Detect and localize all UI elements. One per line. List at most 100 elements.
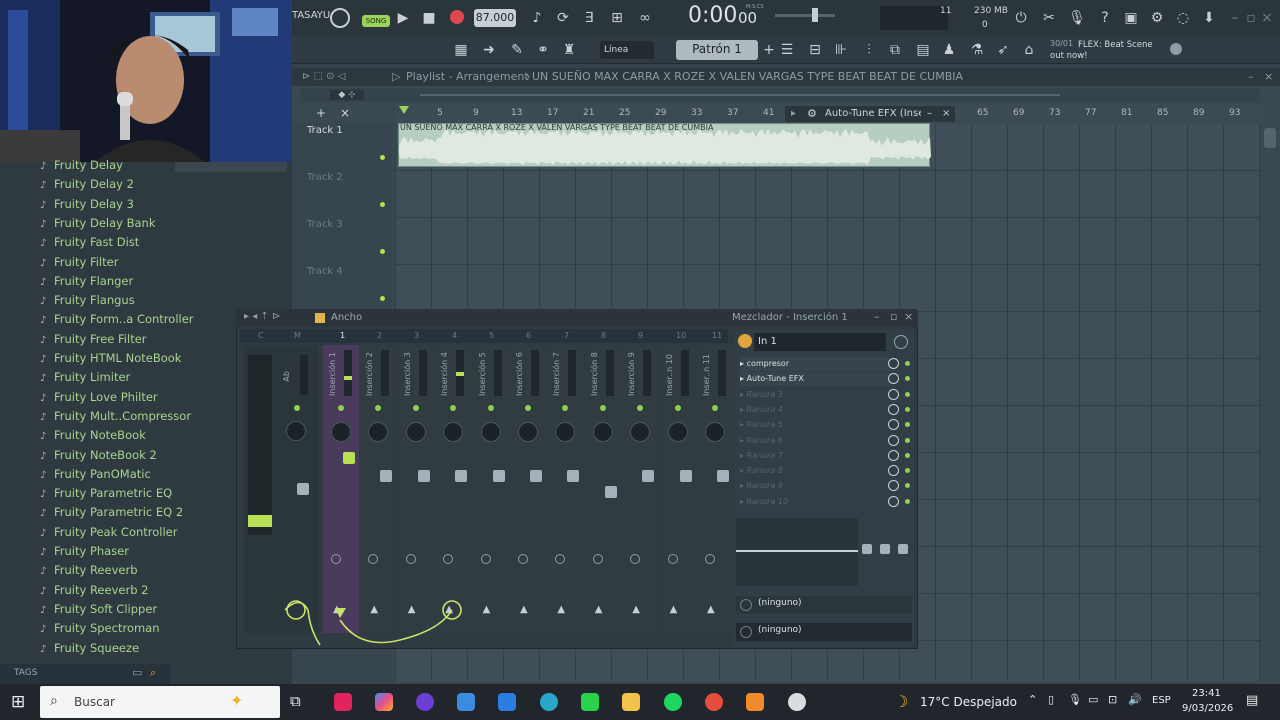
strip-pan-knob[interactable] xyxy=(518,422,538,442)
pattern-selector[interactable]: Patrón 1 xyxy=(676,40,758,60)
pencil-icon[interactable]: ✎ xyxy=(508,41,526,59)
playlist-close-icon[interactable]: × xyxy=(1264,68,1273,86)
metronome-icon[interactable]: ♪ xyxy=(528,9,546,27)
tray-mic-icon[interactable]: 🎙 xyxy=(1068,693,1082,706)
master-volume-slider[interactable] xyxy=(775,14,835,17)
loop-record-icon[interactable]: ∞ xyxy=(636,9,654,27)
mixer-titlebar[interactable]: ▸ ◂ ⇡ ⊳ Ancho Mezclador - Inserción 1 – … xyxy=(236,309,918,327)
strip-mute-icon[interactable] xyxy=(592,554,603,564)
stop-icon[interactable]: ■ xyxy=(420,9,438,27)
plugin-icon[interactable]: ⚙ xyxy=(1148,9,1166,27)
playlist-play-icon[interactable]: ▷ xyxy=(392,68,400,86)
song-toggle[interactable]: SONG xyxy=(362,15,390,27)
tray-battery-icon[interactable]: ▭ xyxy=(1088,693,1098,706)
browser-item[interactable]: ♪ Fruity Reeverb xyxy=(40,561,138,580)
browser-item[interactable]: ♪ Fruity Spectroman xyxy=(40,619,160,638)
mixer-layout-icon[interactable] xyxy=(315,313,325,323)
browser-item[interactable]: ♪ Fruity Free Filter xyxy=(40,330,147,349)
play-icon[interactable]: ▶ xyxy=(394,9,412,27)
browser-item[interactable]: ♪ Fruity Delay 2 xyxy=(40,175,134,194)
mixer-column-label[interactable]: 9 xyxy=(638,331,643,340)
eq-graph[interactable] xyxy=(736,518,858,586)
browser-item[interactable]: ♪ Fruity NoteBook 2 xyxy=(40,446,157,465)
app-icon-edge[interactable] xyxy=(540,693,558,711)
strip-route-arrow-icon[interactable]: ▲ xyxy=(520,604,528,615)
task-view-icon[interactable]: ⧉ xyxy=(290,692,301,710)
strip-volume-fader[interactable] xyxy=(417,470,430,482)
playlist-titlebar[interactable]: ⊳ ⬚ ⊙ ◁ ▷ Playlist - Arrangement › UN SU… xyxy=(292,68,1280,86)
touch-icon[interactable]: ➶ xyxy=(994,41,1012,59)
browser-item[interactable]: ♪ Fruity Peak Controller xyxy=(40,523,178,542)
track-enable-led[interactable] xyxy=(380,202,385,207)
news-text[interactable]: FLEX: Beat Scene out now! xyxy=(1050,40,1168,62)
strip-volume-fader[interactable] xyxy=(717,470,729,482)
plugin-picker-icon[interactable]: ♟ xyxy=(940,41,958,59)
strip-pan-knob[interactable] xyxy=(667,422,688,442)
mixer-column-label[interactable]: 4 xyxy=(452,331,457,340)
insert-slot[interactable]: ▸ Ranura 6 xyxy=(740,434,890,448)
playhead-marker[interactable] xyxy=(399,106,409,114)
app-icon-recorder[interactable] xyxy=(788,693,806,711)
pattern-song-knob[interactable] xyxy=(330,8,350,28)
piano-roll-icon[interactable]: ▦ xyxy=(452,41,470,59)
playlist-minimize-icon[interactable]: – xyxy=(1248,68,1254,86)
browser-item[interactable]: ♪ Fruity Form..a Controller xyxy=(40,310,194,329)
mixer-column-label[interactable]: C xyxy=(258,331,264,340)
news-toggle[interactable] xyxy=(1170,43,1182,55)
browser-scroll-header[interactable] xyxy=(175,162,287,172)
tray-chevron-icon[interactable]: ⌃ xyxy=(1028,693,1037,706)
mixer-toggle-icon[interactable]: ⫶ xyxy=(860,41,878,59)
input-selector[interactable]: In 1 xyxy=(754,333,886,351)
browser-item[interactable]: ♪ Fruity Love Philter xyxy=(40,388,158,407)
slot-mix-knob[interactable] xyxy=(888,434,899,446)
arrangement-name[interactable]: UN SUEÑO MAX CARRA X ROZE X VALEN VARGAS… xyxy=(532,68,963,86)
strip-route-arrow-icon[interactable]: ▲ xyxy=(483,604,491,615)
app-icon-tiktok[interactable] xyxy=(334,693,352,711)
tray-device-icon[interactable]: ▯ xyxy=(1048,693,1054,706)
strip-enable-led[interactable] xyxy=(599,405,606,411)
app-icon-flstudio[interactable] xyxy=(746,693,764,711)
strip-volume-fader[interactable] xyxy=(679,470,692,482)
browser-item[interactable]: ♪ Fruity Fast Dist xyxy=(40,233,139,252)
insert-slot[interactable]: ▸ compresor xyxy=(740,357,890,371)
slot-enable-led[interactable] xyxy=(905,391,910,397)
browser-item[interactable]: ♪ Fruity Limiter xyxy=(40,368,130,387)
browser-item[interactable]: ♪ Fruity Squeeze xyxy=(40,639,139,658)
strip-route-arrow-icon[interactable]: ▲ xyxy=(632,604,640,615)
tray-network-icon[interactable]: ⊡ xyxy=(1108,693,1117,706)
track-enable-led[interactable] xyxy=(380,296,385,301)
master-volume-handle[interactable] xyxy=(812,8,818,22)
eq-band-1[interactable] xyxy=(862,544,872,554)
master-fader[interactable] xyxy=(297,483,309,495)
browser-item[interactable]: ♪ Fruity Soft Clipper xyxy=(40,600,157,619)
track-name[interactable]: Track 4 xyxy=(307,266,343,277)
close-icon[interactable]: × xyxy=(1258,9,1276,27)
browser-item[interactable]: ♪ Fruity NoteBook xyxy=(40,426,146,445)
browser-item[interactable]: ♪ Fruity Phaser xyxy=(40,542,129,561)
track-name[interactable]: Track 2 xyxy=(307,172,343,183)
slot-mix-knob[interactable] xyxy=(888,449,899,461)
browser-item[interactable]: ♪ Fruity Reeverb 2 xyxy=(40,581,148,600)
mixer-column-label[interactable]: 5 xyxy=(489,331,494,340)
strip-mute-icon[interactable] xyxy=(667,554,678,564)
browser-item[interactable]: ♪ Fruity Flangus xyxy=(40,291,135,310)
step-edit-icon[interactable]: ⊞ xyxy=(608,9,626,27)
mixer-width-label[interactable]: Ancho xyxy=(331,312,362,323)
tray-volume-icon[interactable]: 🔊 xyxy=(1128,693,1142,706)
track-enable-led[interactable] xyxy=(380,249,385,254)
mixer-column-label[interactable]: 11 xyxy=(712,331,722,340)
strip-enable-led[interactable] xyxy=(525,405,531,411)
strip-pan-knob[interactable] xyxy=(592,422,613,442)
insert-slot[interactable]: ▸ Ranura 8 xyxy=(740,464,890,478)
mixer-minimize-icon[interactable]: – xyxy=(874,310,880,323)
mixer-column-label[interactable]: 1 xyxy=(340,331,345,340)
save-icon[interactable]: ▣ xyxy=(1122,9,1140,27)
slot-enable-led[interactable] xyxy=(905,498,910,504)
output-2-row[interactable]: (ninguno) xyxy=(736,623,912,641)
tempo-display[interactable]: 87.000 xyxy=(474,9,516,27)
script-icon[interactable]: ⚗ xyxy=(968,41,986,59)
tray-language[interactable]: ESP xyxy=(1152,695,1171,706)
help-icon[interactable]: ? xyxy=(1096,9,1114,27)
strip-mute-icon[interactable] xyxy=(480,554,491,564)
strip-volume-fader[interactable] xyxy=(455,470,468,482)
